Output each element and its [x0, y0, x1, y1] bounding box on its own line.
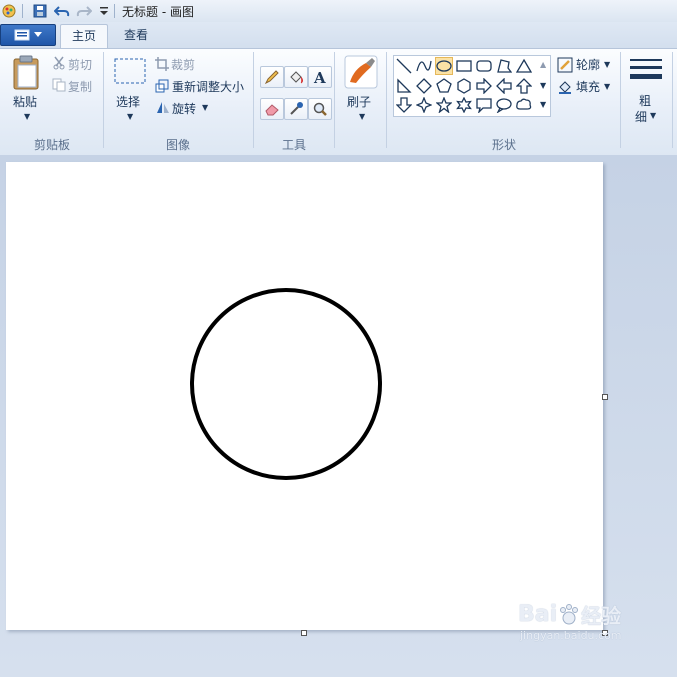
size-lines-icon[interactable] [629, 57, 663, 90]
fill-bucket-icon [290, 71, 303, 84]
paste-button[interactable]: 粘贴 [13, 93, 37, 110]
shape-oval[interactable] [435, 57, 453, 75]
tools-group-label: 工具 [281, 138, 306, 152]
tab-view[interactable]: 查看 [114, 24, 158, 48]
svg-text:A: A [313, 69, 326, 85]
brushes-dropdown-icon[interactable]: ▼ [359, 112, 365, 121]
copy-icon [52, 78, 66, 95]
shape-six-point-star[interactable] [455, 96, 473, 114]
size-label-thick[interactable]: 粗 [639, 92, 651, 109]
baidu-paw-icon [560, 603, 579, 624]
eraser-icon [265, 104, 279, 116]
outline-dropdown-icon[interactable]: ▼ [604, 60, 610, 69]
shape-rounded-rectangle[interactable] [475, 57, 493, 75]
chevron-down-icon [34, 32, 42, 37]
shape-right-triangle[interactable] [395, 77, 413, 95]
shape-right-arrow[interactable] [475, 77, 493, 95]
clipboard-group-label: 剪贴板 [33, 138, 70, 152]
size-dropdown-icon[interactable]: ▼ [650, 111, 656, 120]
text-tool[interactable]: A [308, 66, 332, 88]
shape-rectangle[interactable] [455, 57, 473, 75]
fill-button[interactable]: 填充 [576, 78, 600, 95]
shape-four-point-star[interactable] [415, 96, 433, 114]
select-icon[interactable] [114, 57, 146, 88]
fill-dropdown-icon[interactable]: ▼ [604, 82, 610, 91]
pencil-icon [264, 70, 279, 85]
file-menu-button[interactable] [0, 24, 56, 46]
brushes-button[interactable]: 刷子 [347, 93, 371, 110]
paste-icon[interactable] [12, 55, 42, 94]
shape-cloud-callout[interactable] [515, 96, 533, 114]
drawing-canvas[interactable] [6, 162, 603, 630]
size-label-thin[interactable]: 细 [635, 108, 647, 125]
shapes-scroll-down-icon[interactable]: ▼ [540, 81, 546, 90]
shape-triangle[interactable] [515, 57, 533, 75]
paint-app-icon[interactable] [1, 3, 17, 19]
redo-icon[interactable] [76, 3, 92, 19]
shapes-expand-icon[interactable]: ▼ [540, 100, 546, 109]
rotate-button[interactable]: 旋转 [172, 100, 196, 117]
watermark-brand: Bai [518, 602, 558, 627]
outline-icon [557, 57, 573, 76]
outline-button[interactable]: 轮廓 [576, 56, 600, 73]
shape-rect-callout[interactable] [475, 96, 493, 114]
shape-left-arrow[interactable] [495, 77, 513, 95]
copy-button[interactable]: 复制 [68, 78, 92, 95]
file-menu-icon [14, 29, 30, 41]
drawn-circle [190, 288, 382, 480]
pencil-tool[interactable] [260, 66, 284, 88]
fill-tool[interactable] [284, 66, 308, 88]
resize-button[interactable]: 重新调整大小 [172, 78, 244, 95]
shape-up-arrow[interactable] [515, 77, 533, 95]
crop-icon [155, 57, 169, 74]
watermark-brand-tail: 经验 [581, 604, 622, 628]
fill-icon [557, 78, 573, 97]
tab-home[interactable]: 主页 [60, 24, 108, 49]
resize-icon [155, 79, 169, 96]
cut-icon [52, 56, 66, 73]
resize-handle-right[interactable] [602, 394, 608, 400]
shapes-scroll-up-icon[interactable]: ▲ [540, 60, 546, 69]
title-bar: 无标题 - 画图 [0, 0, 677, 23]
select-button[interactable]: 选择 [116, 93, 140, 110]
shape-oval-callout[interactable] [495, 96, 513, 114]
color-picker-tool[interactable] [284, 98, 308, 120]
rotate-icon [155, 100, 171, 117]
color-picker-icon [290, 102, 303, 115]
window-title: 无标题 - 画图 [122, 5, 194, 19]
shape-diamond[interactable] [415, 77, 433, 95]
resize-handle-bottom[interactable] [301, 630, 307, 636]
canvas-drawing [190, 288, 382, 480]
customize-quick-access-icon[interactable] [96, 3, 112, 19]
brush-icon[interactable] [344, 55, 378, 92]
shape-down-arrow[interactable] [395, 96, 413, 114]
shape-pentagon[interactable] [435, 77, 453, 95]
eraser-tool[interactable] [260, 98, 284, 120]
watermark-url: jingyan.baidu.com [520, 629, 622, 642]
shape-five-point-star[interactable] [435, 96, 453, 114]
magnifier-icon [313, 102, 327, 116]
select-dropdown-icon[interactable]: ▼ [127, 112, 133, 121]
cut-button[interactable]: 剪切 [68, 56, 92, 73]
shape-hexagon[interactable] [455, 77, 473, 95]
magnifier-tool[interactable] [308, 98, 332, 120]
paste-dropdown-icon[interactable]: ▼ [24, 112, 30, 121]
undo-icon[interactable] [54, 3, 70, 19]
shape-polygon[interactable] [495, 57, 513, 75]
text-icon: A [313, 69, 326, 85]
baidu-watermark: Bai 经验 jingyan.baidu.com [518, 600, 622, 642]
crop-button[interactable]: 裁剪 [171, 56, 195, 73]
image-group-label: 图像 [165, 138, 190, 152]
shape-line[interactable] [395, 57, 413, 75]
shapes-group-label: 形状 [491, 138, 516, 152]
save-icon[interactable] [32, 3, 48, 19]
shape-curve[interactable] [415, 57, 433, 75]
rotate-dropdown-icon[interactable]: ▼ [202, 103, 208, 112]
